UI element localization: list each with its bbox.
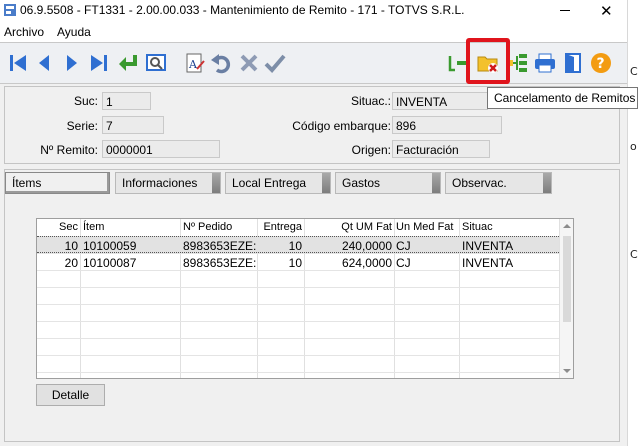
suc-label: Suc: xyxy=(73,94,98,108)
cell-item: 10100087 xyxy=(83,256,137,270)
cell-sec: 10 xyxy=(64,239,78,253)
side-letter: o xyxy=(630,140,637,153)
col-header-un-med-fat[interactable]: Un Med Fat xyxy=(396,221,453,233)
close-icon[interactable]: ✕ xyxy=(600,2,613,20)
origen-field[interactable]: Facturación xyxy=(392,140,490,158)
origen-label: Origen: xyxy=(351,143,391,157)
situac-label: Situac.: xyxy=(350,94,391,108)
checkmark-icon[interactable] xyxy=(263,51,287,75)
next-record-icon[interactable] xyxy=(60,51,84,75)
tooltip: Cancelamento de Remitos xyxy=(487,87,638,109)
scroll-down-icon[interactable] xyxy=(563,369,571,373)
app-icon xyxy=(3,3,17,17)
remito-field[interactable]: 0000001 xyxy=(102,140,220,158)
col-header-item[interactable]: Ítem xyxy=(83,221,104,233)
tab-gastos[interactable]: Gastos xyxy=(335,172,441,194)
grid-header: Sec Ítem Nº Pedido Entrega Qt UM Fat Un … xyxy=(37,219,559,236)
menu-ayuda[interactable]: Ayuda xyxy=(57,25,91,39)
cell-situac: INVENTA xyxy=(462,239,514,253)
cell-qt: 624,0000 xyxy=(341,256,392,270)
cell-situac: INVENTA xyxy=(462,256,514,270)
items-grid[interactable]: Sec Ítem Nº Pedido Entrega Qt UM Fat Un … xyxy=(36,218,574,379)
table-row[interactable]: 10 10100059 8983653EZE: 10 240,0000 CJ I… xyxy=(37,236,559,253)
tab-observac[interactable]: Observac. xyxy=(445,172,552,194)
cell-entrega: 10 xyxy=(288,256,302,270)
remito-label: Nº Remito: xyxy=(40,143,98,157)
highlight-box xyxy=(466,38,510,84)
adjacent-window-edge: C o C xyxy=(627,0,640,446)
app-window: 06.9.5508 - FT1331 - 2.00.00.033 - Mante… xyxy=(0,0,640,446)
cell-pedido: 8983653EZE: xyxy=(183,239,257,253)
previous-record-icon[interactable] xyxy=(32,51,56,75)
minimize-button[interactable] xyxy=(560,10,570,11)
tab-observac-label: Observac. xyxy=(452,176,507,190)
svg-text:?: ? xyxy=(597,56,605,72)
view-icon[interactable] xyxy=(144,51,168,75)
side-letter: C xyxy=(630,248,638,261)
col-header-situac[interactable]: Situac xyxy=(462,221,493,233)
codigo-embarque-field[interactable]: 896 xyxy=(392,116,502,134)
toolbar: A ? xyxy=(0,42,627,84)
tab-local-entrega[interactable]: Local Entrega xyxy=(225,172,331,194)
col-header-entrega[interactable]: Entrega xyxy=(259,221,302,233)
cell-sec: 20 xyxy=(64,256,78,270)
suc-field[interactable]: 1 xyxy=(102,92,151,110)
tab-items[interactable]: Ítems xyxy=(5,172,110,194)
col-header-pedido[interactable]: Nº Pedido xyxy=(183,221,232,233)
window-title: 06.9.5508 - FT1331 - 2.00.00.033 - Mante… xyxy=(20,3,465,17)
title-bar: 06.9.5508 - FT1331 - 2.00.00.033 - Mante… xyxy=(0,0,627,22)
vertical-scrollbar[interactable] xyxy=(559,219,573,378)
table-row[interactable]: 20 10100087 8983653EZE: 10 624,0000 CJ I… xyxy=(37,254,559,271)
col-header-sec[interactable]: Sec xyxy=(37,221,78,233)
cell-pedido: 8983653EZE: xyxy=(183,256,257,270)
scroll-thumb[interactable] xyxy=(563,236,571,322)
printer-icon[interactable] xyxy=(533,51,557,75)
serie-label: Serie: xyxy=(66,119,98,133)
menu-archivo[interactable]: Archivo xyxy=(4,25,44,39)
scroll-up-icon[interactable] xyxy=(563,224,571,228)
tab-informaciones[interactable]: Informaciones xyxy=(115,172,221,194)
delete-x-icon[interactable] xyxy=(237,51,261,75)
tab-gastos-label: Gastos xyxy=(342,176,381,190)
last-record-icon[interactable] xyxy=(87,51,111,75)
cell-entrega: 10 xyxy=(288,239,302,253)
situac-field[interactable]: INVENTA xyxy=(392,92,488,110)
side-letter: C xyxy=(630,65,638,78)
cell-qt: 240,0000 xyxy=(341,239,392,253)
cell-um: CJ xyxy=(396,256,411,270)
undo-icon[interactable] xyxy=(209,51,233,75)
col-header-qt-um-fat[interactable]: Qt UM Fat xyxy=(305,221,392,233)
help-icon[interactable]: ? xyxy=(589,51,613,75)
detalle-button[interactable]: Detalle xyxy=(36,384,105,406)
return-arrow-icon[interactable] xyxy=(116,51,140,75)
menu-bar: Archivo Ayuda xyxy=(0,22,627,42)
svg-text:A: A xyxy=(188,58,198,71)
edit-document-icon[interactable]: A xyxy=(183,51,207,75)
cell-um: CJ xyxy=(396,239,411,253)
tab-informaciones-label: Informaciones xyxy=(122,176,198,190)
first-record-icon[interactable] xyxy=(6,51,30,75)
serie-field[interactable]: 7 xyxy=(102,116,164,134)
exit-door-icon[interactable] xyxy=(561,51,585,75)
cell-item: 10100059 xyxy=(83,239,137,253)
tab-local-entrega-label: Local Entrega xyxy=(232,176,307,190)
codigo-embarque-label: Código embarque: xyxy=(292,119,391,133)
tab-items-label: Ítems xyxy=(12,176,42,190)
